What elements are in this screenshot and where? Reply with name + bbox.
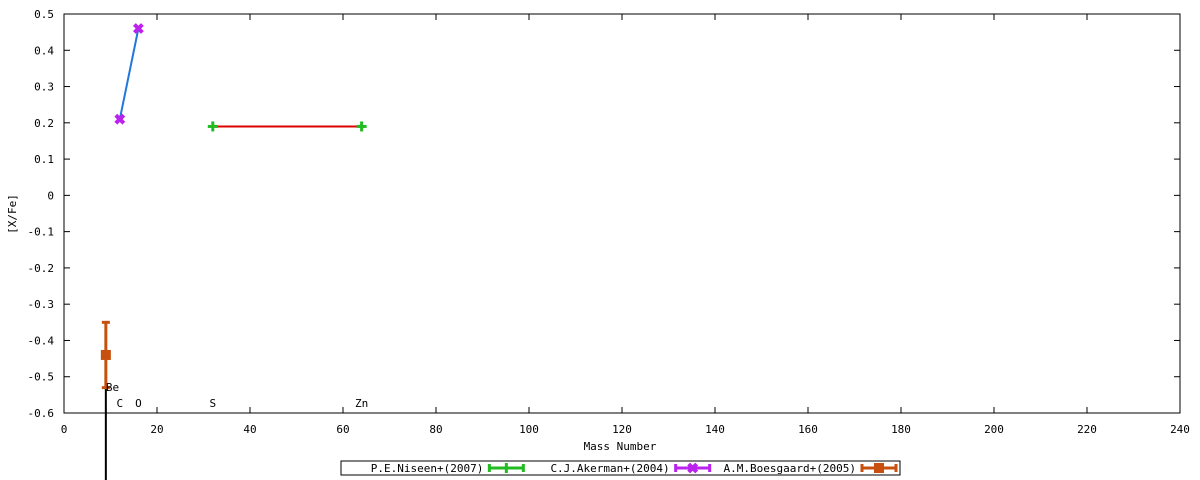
element-label-zn: Zn (355, 397, 368, 410)
y-tick-label: -0.1 (28, 226, 55, 239)
square-marker (874, 463, 884, 473)
x-tick-label: 120 (612, 423, 632, 436)
y-tick-label: -0.4 (28, 334, 55, 347)
x-tick-label: 0 (61, 423, 68, 436)
y-tick-label: -0.3 (28, 298, 55, 311)
x-tick-label: 20 (150, 423, 163, 436)
x-tick-label: 200 (984, 423, 1004, 436)
y-axis-label: [X/Fe] (6, 194, 19, 234)
series-line-segment (118, 28, 140, 120)
y-tick-label: 0.1 (34, 153, 54, 166)
legend-label-0: P.E.Niseen+(2007) (371, 462, 484, 475)
y-tick-label: 0.3 (34, 81, 54, 94)
series-0 (207, 121, 367, 132)
x-tick-label: 40 (243, 423, 256, 436)
x-tick-label: 100 (519, 423, 539, 436)
y-tick-label: 0 (47, 189, 54, 202)
legend: P.E.Niseen+(2007) C.J.Akerman+(2004) A.M.B… (340, 460, 901, 476)
square-marker (100, 349, 111, 360)
axis-ticks: 0 20 40 60 80 100 120 140 160 180 200 220 240 0.5 0.4 0… (28, 8, 1190, 436)
element-label-s: S (209, 397, 216, 410)
series-2 (100, 320, 111, 390)
element-label-c: C (116, 397, 123, 410)
x-tick-label: 160 (798, 423, 818, 436)
y-tick-label: -0.6 (28, 407, 55, 420)
plot-frame (63, 13, 1181, 414)
legend-label-2: A.M.Boesgaard+(2005) (724, 462, 856, 475)
y-tick-label: -0.2 (28, 262, 55, 275)
y-tick-label: 0.5 (34, 8, 54, 21)
y-tick-label: 0.2 (34, 117, 54, 130)
x-axis-label: Mass Number (584, 440, 657, 453)
element-labels: Be C O S Zn (106, 381, 368, 410)
y-tick-label: -0.5 (28, 371, 55, 384)
series-1 (114, 23, 144, 125)
x-tick-label: 240 (1170, 423, 1190, 436)
element-label-o: O (135, 397, 142, 410)
x-tick-label: 220 (1077, 423, 1097, 436)
y-tick-label: 0.4 (34, 44, 54, 57)
x-tick-label: 140 (705, 423, 725, 436)
chart: 0 20 40 60 80 100 120 140 160 180 200 220 240 0.5 0.4 0… (6, 8, 1190, 480)
x-tick-label: 60 (336, 423, 349, 436)
series-layer (100, 23, 367, 390)
x-tick-label: 80 (429, 423, 442, 436)
x-tick-label: 180 (891, 423, 911, 436)
element-label-be: Be (106, 381, 119, 394)
legend-label-1: C.J.Akerman+(2004) (550, 462, 669, 475)
